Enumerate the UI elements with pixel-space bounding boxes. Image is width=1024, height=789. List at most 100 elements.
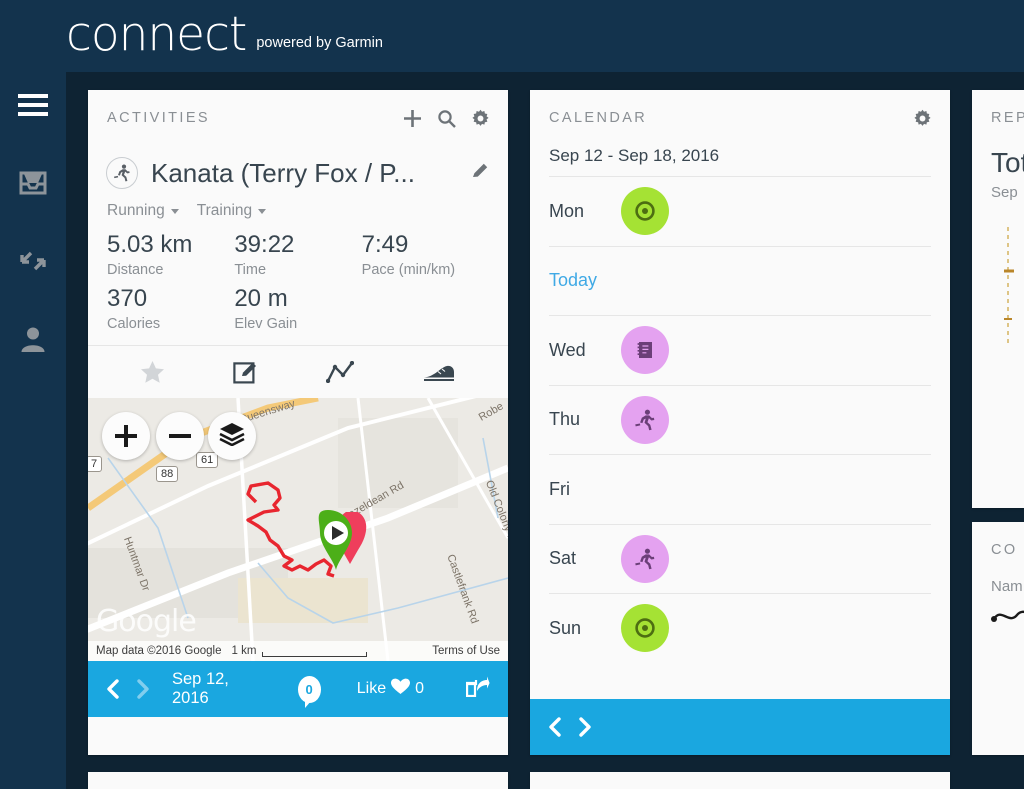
stat-distance: 5.03 km Distance <box>107 230 234 280</box>
activity-category-label: Training <box>196 202 253 219</box>
stat-label: Pace (min/km) <box>361 262 456 278</box>
reports-card: REP Tot Sep <box>972 90 1024 508</box>
reports-headline: Tot <box>991 147 1024 178</box>
map-route-shield: 88 <box>156 466 179 482</box>
goal-target-icon[interactable] <box>621 604 669 653</box>
calendar-day-label: Thu <box>549 409 581 430</box>
calendar-row-fri[interactable]: Fri <box>549 454 931 524</box>
plus-icon <box>115 425 137 447</box>
heart-icon <box>391 678 411 700</box>
map-zoom-in-button[interactable] <box>102 412 150 460</box>
gear-icon[interactable] <box>471 109 490 128</box>
stats-row-primary: 5.03 km Distance 39:22 Time 7:49 Pace (m… <box>107 230 489 280</box>
play-marker-icon[interactable] <box>312 508 374 583</box>
notebook-icon[interactable] <box>621 326 669 375</box>
pencil-icon[interactable] <box>471 161 490 185</box>
chevron-down-icon <box>170 208 179 214</box>
activity-title-row: Kanata (Terry Fox / P... <box>88 146 508 200</box>
reports-subtitle: Sep <box>991 184 1018 201</box>
note-edit-icon[interactable] <box>233 360 258 385</box>
map-zoom-out-button[interactable] <box>156 412 204 460</box>
gear-icon[interactable] <box>913 109 932 128</box>
map-route-shield: 7 <box>88 456 103 472</box>
activities-card-title: ACTIVITIES <box>107 110 210 126</box>
search-icon[interactable] <box>437 109 456 128</box>
map-scale-label: 1 km <box>231 645 257 657</box>
activity-action-bar <box>88 345 508 398</box>
like-button[interactable]: Like 0 <box>357 678 424 700</box>
chevron-right-icon[interactable] <box>136 679 150 699</box>
running-shoe-icon[interactable] <box>422 362 456 382</box>
left-sidebar <box>0 72 66 789</box>
google-watermark: Google <box>96 604 197 639</box>
activity-type-dropdown[interactable]: Running <box>107 202 179 220</box>
comment-count: 0 <box>305 681 313 697</box>
like-label: Like <box>356 680 387 697</box>
sidebar-item-menu[interactable] <box>0 72 66 138</box>
running-person-icon <box>106 157 138 189</box>
chevron-right-icon[interactable] <box>578 717 592 737</box>
map-terms-link[interactable]: Terms of Use <box>432 645 500 657</box>
line-chart-icon[interactable] <box>326 361 354 383</box>
calendar-row-mon[interactable]: Mon <box>549 176 931 246</box>
sidebar-item-inbox[interactable] <box>0 150 66 216</box>
activities-card: ACTIVITIES Kanata (Terry Fox / P... Runn… <box>88 90 508 755</box>
activity-name[interactable]: Kanata (Terry Fox / P... <box>151 158 415 189</box>
calendar-day-label: Fri <box>549 478 570 499</box>
garmin-connect-dashboard: connect powered by Garmin ACTIVITIES Kan… <box>0 0 1024 789</box>
activity-type-label: Running <box>107 202 165 219</box>
map-layers-icon <box>219 422 245 451</box>
brand-logo[interactable]: connect powered by Garmin <box>66 10 383 60</box>
map-attribution-bar: Map data ©2016 Google 1 km Terms of Use <box>88 641 508 661</box>
map-scale: 1 km <box>231 645 368 657</box>
courses-card-title: CO <box>991 542 1018 558</box>
star-icon[interactable] <box>140 360 165 384</box>
courses-card-header: CO <box>972 522 1024 578</box>
reports-chart <box>972 201 1024 368</box>
calendar-row-today[interactable]: Today <box>549 245 931 316</box>
connections-card-header: CONNECTIONS <box>530 772 950 789</box>
share-icon[interactable] <box>465 676 490 702</box>
activity-stats: 5.03 km Distance 39:22 Time 7:49 Pace (m… <box>88 220 508 334</box>
activity-tags: Running Training <box>88 202 508 220</box>
chevron-left-icon[interactable] <box>548 717 562 737</box>
calendar-day-label: Sat <box>549 548 577 569</box>
stat-label: Calories <box>107 316 161 332</box>
calendar-day-label: Sun <box>549 617 582 638</box>
calendar-row-wed[interactable]: Wed <box>549 315 931 385</box>
stats-row-secondary: 370 Calories 20 m Elev Gain <box>107 284 489 334</box>
calendar-rows: Mon Today Wed Thu Fri Sat Sun <box>530 176 950 663</box>
minus-icon <box>169 425 191 447</box>
running-person-icon[interactable] <box>621 395 669 444</box>
calendar-card-header: CALENDAR <box>530 90 950 146</box>
calendar-day-label: Mon <box>549 200 585 221</box>
calendar-row-sun[interactable]: Sun <box>549 593 931 663</box>
reports-card-header: REP <box>972 90 1024 146</box>
map-layers-button[interactable] <box>208 412 256 460</box>
activity-map[interactable]: Google Queensway Huntmar Dr Hazeldean Rd… <box>88 398 508 661</box>
activities-card-header: ACTIVITIES <box>88 90 508 146</box>
stat-value: 7:49 <box>361 231 409 258</box>
chevron-left-icon[interactable] <box>106 679 120 699</box>
reports-card-title: REP <box>991 110 1024 126</box>
plus-icon[interactable] <box>403 109 422 128</box>
sidebar-item-connections[interactable] <box>0 228 66 294</box>
calendar-card: CALENDAR Sep 12 - Sep 18, 2016 Mon Today… <box>530 90 950 755</box>
sidebar-item-profile[interactable] <box>0 306 66 372</box>
map-route-shield: 61 <box>196 452 219 468</box>
calendar-today-label: Today <box>549 270 598 291</box>
calendar-card-title: CALENDAR <box>549 110 648 126</box>
chevron-down-icon <box>258 208 267 214</box>
activity-category-dropdown[interactable]: Training <box>196 202 267 220</box>
stat-calories: 370 Calories <box>107 284 234 334</box>
calendar-row-thu[interactable]: Thu <box>549 384 931 455</box>
comment-count-badge[interactable]: 0 <box>297 675 321 708</box>
running-person-icon[interactable] <box>621 534 669 583</box>
stat-value: 39:22 <box>234 231 295 258</box>
goal-target-icon[interactable] <box>621 187 669 236</box>
calories-card: CALORIES IN/OUT <box>88 772 508 789</box>
inbox-tray-icon <box>19 171 47 195</box>
courses-card: CO Nam <box>972 522 1024 755</box>
stat-time: 39:22 Time <box>234 230 361 280</box>
calendar-row-sat[interactable]: Sat <box>549 523 931 594</box>
